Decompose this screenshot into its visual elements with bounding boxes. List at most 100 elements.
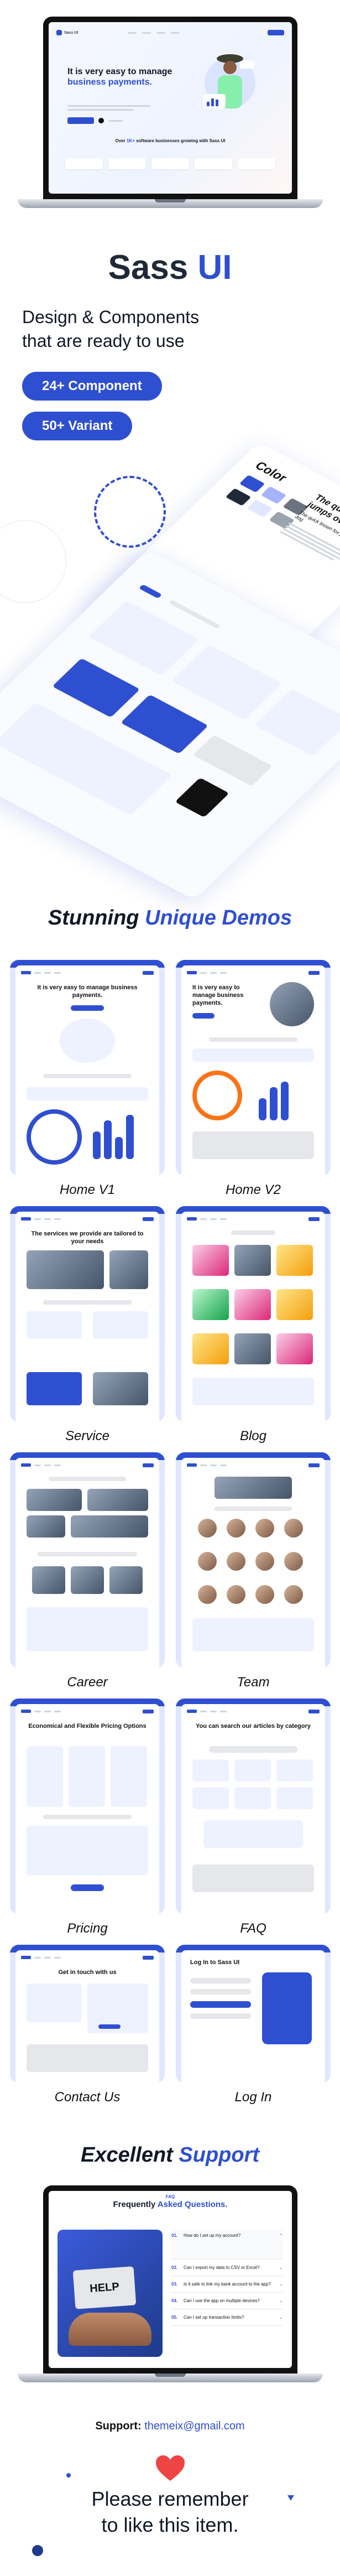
demo-title: The services we provide are tailored to … xyxy=(31,1230,144,1245)
demo-preview: The services we provide are tailored to … xyxy=(15,1212,159,1422)
logo-card xyxy=(65,158,103,169)
faq-item[interactable]: 04. Can I use the app on multiple device… xyxy=(171,2293,283,2309)
faq-heading-highlight: Asked Questions. xyxy=(157,2200,228,2209)
demo-frame: The services we provide are tailored to … xyxy=(10,1206,165,1422)
demo-nav xyxy=(21,1708,154,1714)
demo-frame: Economical and Flexible Pricing Options xyxy=(10,1699,165,1914)
faq-question: Can I set up transaction limits? xyxy=(184,2315,244,2320)
demo-photo xyxy=(71,1566,104,1594)
team-avatar xyxy=(198,1585,217,1604)
component-card xyxy=(254,688,340,756)
decorative-dot xyxy=(66,2473,71,2478)
nav-link-placeholder xyxy=(128,32,137,34)
demo-photo xyxy=(32,1566,65,1594)
hero-stats: Over 1K+ software businesses growing wit… xyxy=(49,138,292,143)
demo-job-list xyxy=(27,1607,148,1651)
demo-home-v2[interactable]: It is very easy to manage business payme… xyxy=(176,960,331,1198)
tagline-line-1: Design & Components xyxy=(22,307,200,327)
faq-category xyxy=(234,1759,271,1782)
demo-photo xyxy=(109,1566,143,1594)
logo-card xyxy=(108,158,146,169)
demos-heading: Stunning Unique Demos xyxy=(0,906,340,930)
help-card: HELP xyxy=(72,2266,137,2309)
demo-service[interactable]: The services we provide are tailored to … xyxy=(10,1206,165,1444)
demo-button xyxy=(192,1013,215,1019)
hero-logo-cards xyxy=(65,158,275,169)
team-avatar xyxy=(255,1552,274,1571)
demo-photo xyxy=(27,1515,65,1538)
nav-link-placeholder xyxy=(142,32,151,34)
support-email-link[interactable]: themeix@gmail.com xyxy=(144,2420,244,2432)
faq-list: 01. How do I set up my account? ⌃ 02. Ca… xyxy=(171,2230,283,2326)
team-avatar xyxy=(227,1585,245,1604)
closing-message: Please remember to like this item. xyxy=(0,2486,340,2538)
faq-item[interactable]: 02. Can I export my data to CSV or Excel… xyxy=(171,2260,283,2276)
demo-team[interactable]: Team xyxy=(176,1452,331,1690)
demo-title: You can search our articles by category xyxy=(196,1723,311,1730)
hero-site-headline: It is very easy to manage business payme… xyxy=(67,66,178,87)
demo-section xyxy=(192,1131,314,1159)
demo-home-v1[interactable]: It is very easy to manage business payme… xyxy=(10,960,165,1198)
component-banner xyxy=(120,694,208,754)
demo-nav xyxy=(187,1216,320,1222)
demo-bar xyxy=(270,1087,278,1120)
support-heading-text: Excellent xyxy=(80,2143,179,2167)
hero-headline-text: It is very easy to manage xyxy=(67,67,172,76)
closing-line-2: to like this item. xyxy=(101,2513,239,2536)
demo-bar xyxy=(281,1082,289,1120)
blog-thumb xyxy=(192,1245,229,1276)
logo-icon xyxy=(56,30,62,35)
demo-frame xyxy=(10,1452,165,1668)
demo-blog[interactable]: Blog xyxy=(176,1206,331,1444)
stats-highlight: 1K+ xyxy=(126,138,135,143)
stats-prefix: Over xyxy=(115,138,127,143)
component-table xyxy=(193,735,273,787)
demo-title: Get in touch with us xyxy=(58,1969,117,1976)
demo-title: Economical and Flexible Pricing Options xyxy=(28,1723,147,1730)
blog-thumb xyxy=(234,1289,271,1320)
demo-bar xyxy=(115,1137,123,1159)
demo-preview: Log In to Sass UI xyxy=(181,1950,325,2083)
demo-log-in[interactable]: Log In to Sass UI Log In xyxy=(176,1945,331,2105)
hero-site-cta xyxy=(268,30,284,35)
demo-label: Team xyxy=(237,1675,270,1690)
faq-category xyxy=(276,1787,313,1809)
hero-site-nav: Sass UI xyxy=(56,28,284,38)
demo-bar xyxy=(259,1098,266,1120)
demo-career[interactable]: Career xyxy=(10,1452,165,1690)
demo-contact-us[interactable]: Get in touch with us Contact Us xyxy=(10,1945,165,2105)
demo-preview: You can search our articles by category xyxy=(181,1704,325,1914)
demo-faq[interactable]: You can search our articles by category … xyxy=(176,1699,331,1936)
faq-item[interactable]: 05. Can I set up transaction limits? ⌄ xyxy=(171,2309,283,2326)
hero-laptop-screen: Sass UI It is very easy to manage busine… xyxy=(43,17,297,199)
demo-text xyxy=(215,1507,292,1511)
faq-site-preview: FAQ Frequently Asked Questions. HELP 01.… xyxy=(49,2191,292,2368)
faq-item[interactable]: 03. Is it safe to link my bank account t… xyxy=(171,2276,283,2293)
demo-frame: Log In to Sass UI xyxy=(176,1945,331,2083)
demo-text xyxy=(43,1074,132,1078)
decorative-circle xyxy=(0,520,66,603)
demo-preview: It is very easy to manage business payme… xyxy=(181,965,325,1176)
help-illustration: HELP xyxy=(57,2230,163,2357)
demo-frame xyxy=(176,1206,331,1422)
demo-newsletter xyxy=(203,1820,303,1848)
demo-hero-image xyxy=(270,982,314,1026)
faq-number: 03. xyxy=(171,2282,178,2287)
text-line xyxy=(67,105,150,107)
get-started-button xyxy=(67,117,94,124)
faq-item[interactable]: 01. How do I set up my account? ⌃ xyxy=(171,2230,283,2260)
faq-question: Is it safe to link my bank account to th… xyxy=(184,2282,271,2287)
brand-title: Sass UI xyxy=(0,248,340,287)
demo-button xyxy=(71,1005,104,1011)
hero-site-logo-text: Sass UI xyxy=(64,30,79,35)
pricing-card xyxy=(111,1746,147,1807)
demo-text xyxy=(209,1037,297,1042)
color-swatch xyxy=(260,486,287,505)
demo-pricing[interactable]: Economical and Flexible Pricing Options … xyxy=(10,1699,165,1936)
demo-donut xyxy=(192,1071,242,1120)
demo-bar xyxy=(93,1131,101,1159)
faq-number: 05. xyxy=(171,2315,178,2320)
demo-text xyxy=(38,1552,137,1556)
color-swatch xyxy=(239,475,265,493)
hero-site-subtext xyxy=(67,105,156,113)
